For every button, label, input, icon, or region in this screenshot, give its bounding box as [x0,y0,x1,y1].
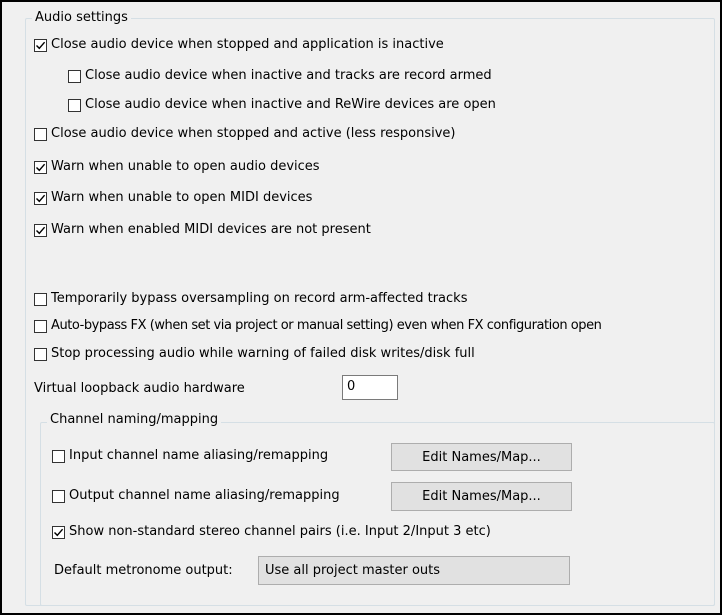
option-label: Auto-bypass FX (when set via project or … [51,318,602,333]
option-label: Close audio device when stopped and acti… [51,126,456,141]
metronome-output-label: Default metronome output: [54,562,233,578]
option-stop-processing-disk-full[interactable]: Stop processing audio while warning of f… [34,344,475,364]
stereo-pairs-option[interactable]: Show non-standard stereo channel pairs (… [52,522,491,542]
checkbox-icon[interactable] [34,38,47,52]
loopback-label: Virtual loopback audio hardware [34,380,245,396]
checkbox-icon[interactable] [34,191,47,205]
option-label: Close audio device when inactive and tra… [85,68,492,83]
edit-input-names-button[interactable]: Edit Names/Map... [391,443,572,471]
checkbox-icon[interactable] [34,127,47,141]
option-label: Warn when unable to open MIDI devices [51,190,313,205]
option-bypass-oversampling[interactable]: Temporarily bypass oversampling on recor… [34,289,467,309]
checkbox-icon[interactable] [34,160,47,174]
input-alias-option[interactable]: Input channel name aliasing/remapping [52,446,328,466]
loopback-input[interactable]: 0 [342,375,398,400]
option-label: Temporarily bypass oversampling on recor… [51,291,468,306]
checkbox-icon[interactable] [52,449,65,463]
option-warn-midi-not-present[interactable]: Warn when enabled MIDI devices are not p… [34,220,371,240]
checkbox-icon[interactable] [34,319,47,333]
checkbox-icon[interactable] [52,489,65,503]
edit-output-names-button[interactable]: Edit Names/Map... [391,482,572,511]
option-close-record-armed[interactable]: Close audio device when inactive and tra… [68,66,492,86]
checkbox-icon[interactable] [68,98,81,112]
option-label: Input channel name aliasing/remapping [69,448,329,463]
checkbox-icon[interactable] [34,292,47,306]
option-warn-midi-devices[interactable]: Warn when unable to open MIDI devices [34,188,312,208]
option-auto-bypass-fx[interactable]: Auto-bypass FX (when set via project or … [34,316,602,336]
metronome-output-select[interactable]: Use all project master outs [258,556,570,585]
option-label: Warn when unable to open audio devices [51,159,320,174]
option-label: Stop processing audio while warning of f… [51,346,475,361]
option-label: Close audio device when inactive and ReW… [85,97,496,112]
option-label: Warn when enabled MIDI devices are not p… [51,222,371,237]
option-close-rewire-open[interactable]: Close audio device when inactive and ReW… [68,95,496,115]
option-warn-audio-devices[interactable]: Warn when unable to open audio devices [34,157,320,177]
channel-naming-title: Channel naming/mapping [47,412,222,428]
checkbox-icon[interactable] [68,69,81,83]
option-label: Close audio device when stopped and appl… [51,37,444,52]
audio-settings-panel: Audio settings Close audio device when s… [0,0,722,615]
audio-settings-title: Audio settings [32,10,131,26]
checkbox-icon[interactable] [34,223,47,237]
option-label: Show non-standard stereo channel pairs (… [69,524,491,539]
option-label: Output channel name aliasing/remapping [69,488,340,503]
checkbox-icon[interactable] [52,525,65,539]
checkbox-icon[interactable] [34,347,47,361]
option-close-when-active[interactable]: Close audio device when stopped and acti… [34,124,456,144]
output-alias-option[interactable]: Output channel name aliasing/remapping [52,486,340,506]
option-close-when-inactive[interactable]: Close audio device when stopped and appl… [34,35,444,55]
metronome-output-value: Use all project master outs [265,563,441,578]
